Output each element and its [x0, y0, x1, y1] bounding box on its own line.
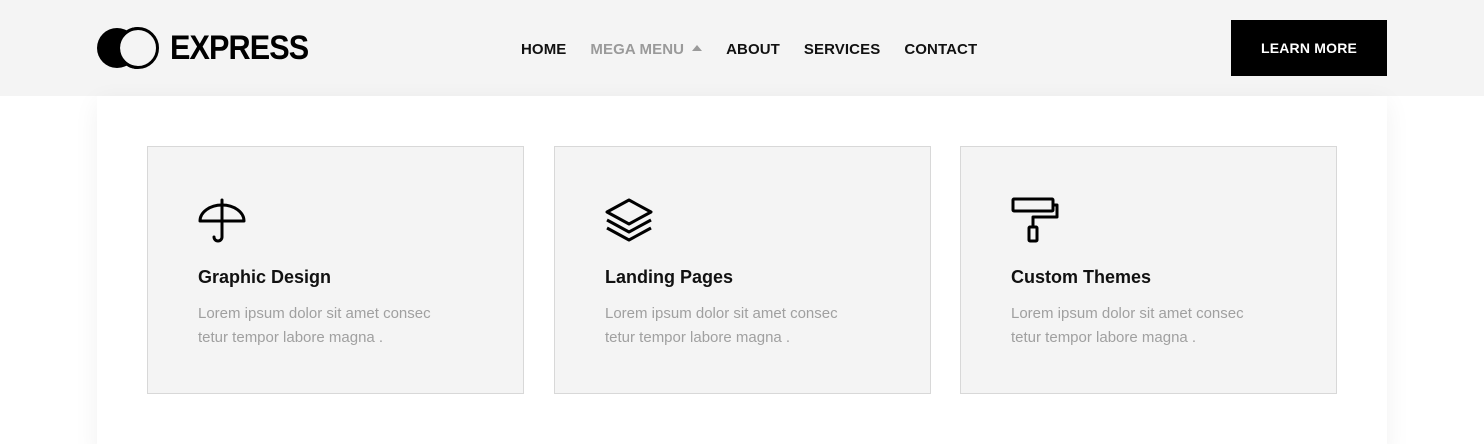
- brand-name: EXPRESS: [170, 28, 309, 67]
- nav-item-mega-menu-label: MEGA MENU: [590, 40, 685, 58]
- nav-item-about[interactable]: ABOUT: [726, 41, 780, 58]
- card-custom-themes[interactable]: Custom Themes Lorem ipsum dolor sit amet…: [960, 146, 1337, 394]
- nav-item-mega-menu[interactable]: MEGA MENU: [590, 40, 703, 58]
- main-nav: HOME MEGA MENU ABOUT SERVICES CONTACT: [521, 38, 977, 60]
- card-description: Lorem ipsum dolor sit amet consec tetur …: [198, 305, 431, 346]
- paint-roller-icon: [1011, 197, 1059, 243]
- card-graphic-design[interactable]: Graphic Design Lorem ipsum dolor sit ame…: [147, 146, 524, 394]
- card-title: Landing Pages: [605, 267, 734, 287]
- umbrella-icon: [198, 198, 246, 243]
- card-title: Graphic Design: [198, 267, 332, 287]
- nav-item-home[interactable]: HOME: [521, 41, 566, 58]
- logo-mark-icon: [97, 27, 159, 69]
- layers-icon: [605, 198, 653, 242]
- logo[interactable]: EXPRESS: [96, 26, 324, 70]
- learn-more-button[interactable]: LEARN MORE: [1231, 20, 1387, 76]
- caret-up-icon: [692, 45, 703, 51]
- card-title: Custom Themes: [1011, 267, 1152, 287]
- card-landing-pages[interactable]: Landing Pages Lorem ipsum dolor sit amet…: [554, 146, 931, 394]
- site-header: EXPRESS HOME MEGA MENU ABOUT SERVICES CO…: [0, 0, 1484, 96]
- nav-item-services[interactable]: SERVICES: [804, 41, 880, 58]
- card-description: Lorem ipsum dolor sit amet consec tetur …: [605, 305, 838, 346]
- card-description: Lorem ipsum dolor sit amet consec tetur …: [1011, 305, 1244, 346]
- nav-item-contact[interactable]: CONTACT: [904, 41, 977, 58]
